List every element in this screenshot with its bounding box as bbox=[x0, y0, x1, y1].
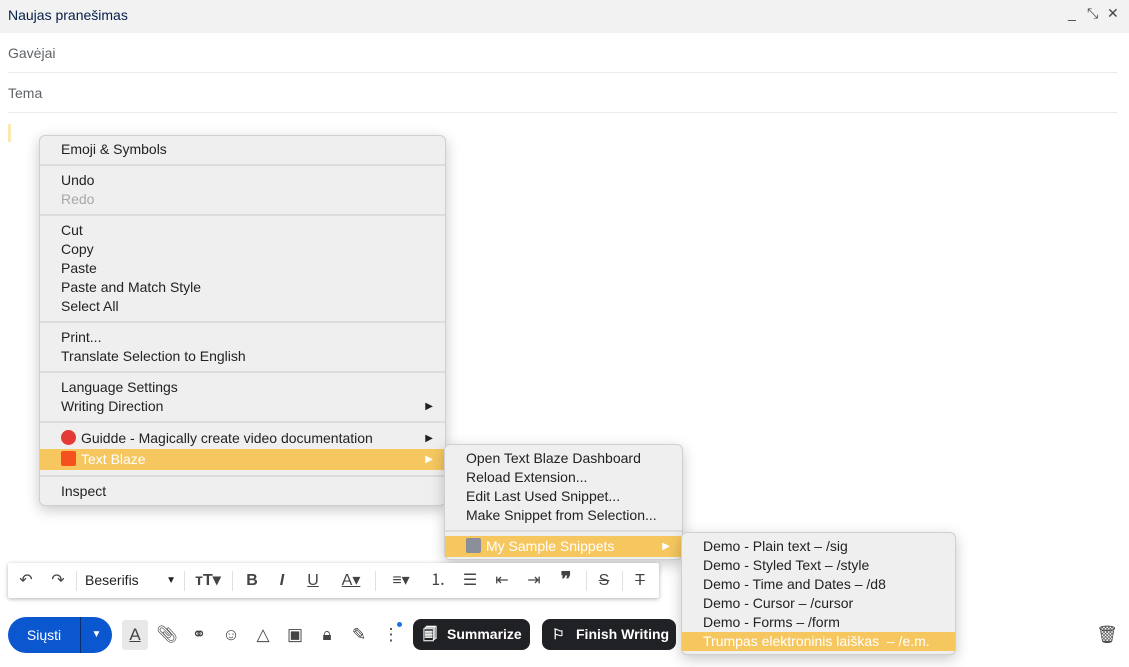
menu-emoji-symbols[interactable]: Emoji & Symbols bbox=[40, 140, 445, 159]
underline-icon[interactable]: U bbox=[301, 563, 325, 598]
menu-label: Writing Direction bbox=[61, 398, 164, 414]
text-cursor bbox=[8, 124, 11, 142]
menu-label: Text Blaze bbox=[81, 451, 146, 467]
divider bbox=[184, 571, 185, 591]
minimize-icon[interactable]: _ bbox=[1068, 5, 1076, 21]
menu-undo[interactable]: Undo bbox=[40, 171, 445, 190]
font-name: Beserifis bbox=[85, 572, 139, 588]
attach-icon[interactable]: 📎︎ bbox=[155, 617, 179, 653]
divider bbox=[586, 571, 587, 591]
menu-reload-extension[interactable]: Reload Extension... bbox=[445, 468, 682, 487]
discard-trash-icon[interactable]: 🗑︎ bbox=[1095, 617, 1119, 653]
submenu-arrow-icon: ▶ bbox=[425, 454, 433, 465]
menu-cut[interactable]: Cut bbox=[40, 221, 445, 240]
bold-icon[interactable]: B bbox=[240, 563, 264, 598]
menu-text-blaze[interactable]: Text Blaze ▶ bbox=[40, 449, 445, 470]
send-button-group: Siųsti ▼ bbox=[8, 617, 112, 653]
divider bbox=[622, 571, 623, 591]
close-icon[interactable]: ✕ bbox=[1107, 5, 1119, 22]
photo-icon[interactable]: ▣ bbox=[283, 617, 307, 653]
separator bbox=[445, 530, 682, 532]
snippet-item[interactable]: Demo - Forms – /form bbox=[682, 613, 955, 632]
menu-writing-direction[interactable]: Writing Direction ▶ bbox=[40, 397, 445, 416]
snippet-item[interactable]: Demo - Cursor – /cursor bbox=[682, 594, 955, 613]
confidential-lock-icon[interactable]: 🔒︎ bbox=[315, 617, 339, 653]
menu-guidde[interactable]: Guidde - Magically create video document… bbox=[40, 429, 445, 448]
formatting-toolbar: ↶ ↷ Beserifis ▼ тT▾ B I U A▾ ≡▾ ⒈ ☰ ⇤ ⇥ ❞… bbox=[8, 563, 659, 598]
recipients-field[interactable]: Gavėjai bbox=[8, 33, 1117, 73]
separator bbox=[40, 421, 445, 423]
folder-icon bbox=[466, 538, 481, 553]
submenu-arrow-icon: ▶ bbox=[662, 541, 670, 552]
menu-paste[interactable]: Paste bbox=[40, 259, 445, 278]
button-label: Finish Writing bbox=[576, 626, 670, 642]
menu-paste-match-style[interactable]: Paste and Match Style bbox=[40, 278, 445, 297]
separator bbox=[40, 321, 445, 323]
compose-title: Naujas pranešimas bbox=[8, 7, 128, 23]
emoji-icon[interactable]: ☺ bbox=[219, 617, 243, 653]
button-label: Summarize bbox=[447, 626, 522, 642]
menu-edit-last-snippet[interactable]: Edit Last Used Snippet... bbox=[445, 487, 682, 506]
link-icon[interactable]: ⚭ bbox=[187, 617, 211, 653]
menu-make-snippet[interactable]: Make Snippet from Selection... bbox=[445, 506, 682, 525]
chevron-down-icon: ▼ bbox=[166, 575, 176, 586]
expand-icon[interactable]: ⤡ bbox=[1087, 5, 1098, 22]
summarize-button[interactable]: 🗐︎ Summarize bbox=[413, 619, 530, 650]
font-select[interactable]: Beserifis ▼ bbox=[85, 563, 180, 598]
guidde-icon bbox=[61, 430, 76, 445]
separator bbox=[40, 164, 445, 166]
divider bbox=[375, 571, 376, 591]
menu-copy[interactable]: Copy bbox=[40, 240, 445, 259]
text-blaze-icon bbox=[61, 451, 76, 466]
separator bbox=[40, 475, 445, 477]
text-blaze-submenu: Open Text Blaze Dashboard Reload Extensi… bbox=[444, 444, 683, 560]
context-menu: Emoji & Symbols Undo Redo Cut Copy Paste… bbox=[39, 135, 446, 506]
text-color-icon[interactable]: A▾ bbox=[333, 563, 369, 598]
compose-title-bar: Naujas pranešimas _ ⤡ ✕ bbox=[0, 0, 1129, 33]
menu-translate[interactable]: Translate Selection to English bbox=[40, 347, 445, 366]
flag-icon: ⚐ bbox=[552, 626, 565, 642]
quote-icon[interactable]: ❞ bbox=[554, 563, 578, 598]
separator bbox=[40, 214, 445, 216]
submenu-arrow-icon: ▶ bbox=[425, 433, 433, 444]
submenu-arrow-icon: ▶ bbox=[425, 401, 433, 412]
menu-select-all[interactable]: Select All bbox=[40, 297, 445, 316]
font-size-icon[interactable]: тT▾ bbox=[190, 563, 226, 598]
align-icon[interactable]: ≡▾ bbox=[383, 563, 419, 598]
menu-my-sample-snippets[interactable]: My Sample Snippets ▶ bbox=[445, 536, 682, 557]
strikethrough-icon[interactable]: S bbox=[592, 563, 616, 598]
menu-print[interactable]: Print... bbox=[40, 328, 445, 347]
menu-open-dashboard[interactable]: Open Text Blaze Dashboard bbox=[445, 449, 682, 468]
menu-label: My Sample Snippets bbox=[486, 538, 615, 554]
italic-icon[interactable]: I bbox=[270, 563, 294, 598]
snippet-item[interactable]: Demo - Plain text – /sig bbox=[682, 537, 955, 556]
separator bbox=[40, 371, 445, 373]
signature-pen-icon[interactable]: ✎ bbox=[347, 617, 371, 653]
send-button[interactable]: Siųsti bbox=[8, 617, 80, 653]
send-options-chevron-icon[interactable]: ▼ bbox=[81, 617, 112, 653]
finish-writing-button[interactable]: ⚐ Finish Writing bbox=[542, 619, 676, 650]
indent-more-icon[interactable]: ⇥ bbox=[522, 563, 546, 598]
divider bbox=[76, 571, 77, 591]
redo-icon[interactable]: ↷ bbox=[46, 563, 70, 598]
snippet-item[interactable]: Demo - Styled Text – /style bbox=[682, 556, 955, 575]
notification-dot bbox=[397, 622, 402, 627]
snippet-item[interactable]: Trumpas elektroninis laiškas – /e.m. bbox=[682, 632, 955, 651]
snippet-item[interactable]: Demo - Time and Dates – /d8 bbox=[682, 575, 955, 594]
drive-icon[interactable]: △ bbox=[251, 617, 275, 653]
divider bbox=[232, 571, 233, 591]
undo-icon[interactable]: ↶ bbox=[14, 563, 38, 598]
numbered-list-icon[interactable]: ⒈ bbox=[426, 563, 450, 598]
menu-inspect[interactable]: Inspect bbox=[40, 482, 445, 501]
remove-formatting-icon[interactable]: T bbox=[628, 563, 652, 598]
subject-field[interactable]: Tema bbox=[8, 73, 1117, 113]
indent-less-icon[interactable]: ⇤ bbox=[490, 563, 514, 598]
snippets-submenu: Demo - Plain text – /sig Demo - Styled T… bbox=[681, 532, 956, 655]
menu-label: Guidde - Magically create video document… bbox=[81, 430, 373, 446]
menu-language-settings[interactable]: Language Settings bbox=[40, 378, 445, 397]
menu-redo: Redo bbox=[61, 191, 95, 207]
summarize-icon: 🗐︎ bbox=[423, 626, 437, 642]
formatting-options-icon[interactable]: A bbox=[122, 620, 148, 650]
bulleted-list-icon[interactable]: ☰ bbox=[458, 563, 482, 598]
